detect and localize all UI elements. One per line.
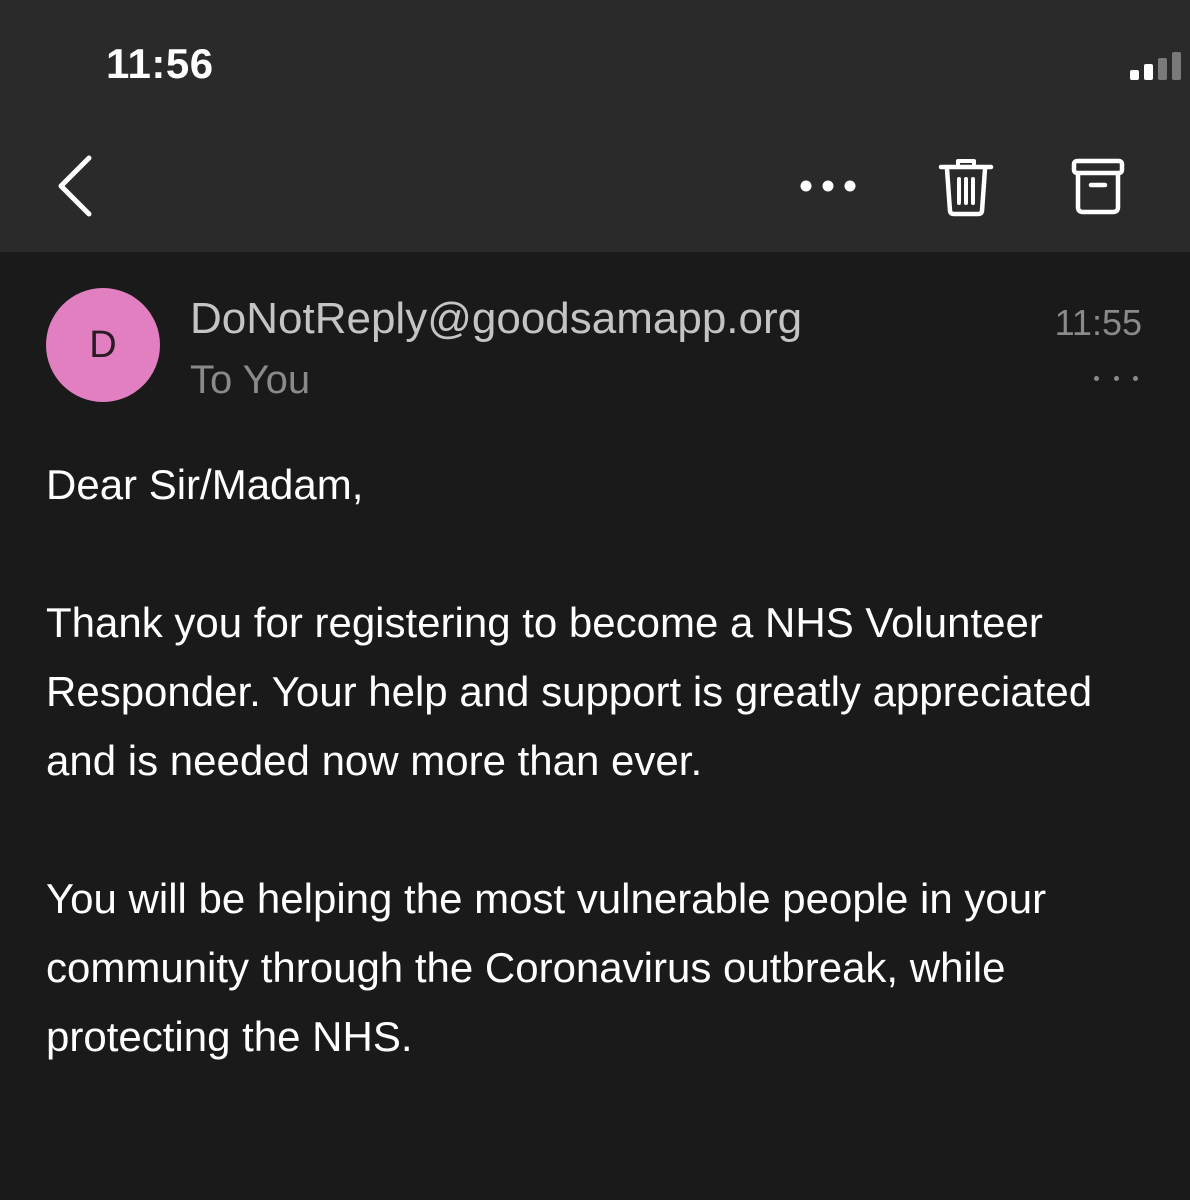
message-header: D DoNotReply@goodsamapp.org To You 11:55 — [0, 252, 1190, 432]
chevron-left-icon — [58, 155, 92, 217]
status-time: 11:56 — [106, 40, 214, 87]
body-paragraph: Thank you for registering to become a NH… — [46, 599, 1093, 784]
message-time: 11:55 — [1054, 302, 1142, 343]
delete-button[interactable] — [930, 152, 1002, 222]
trash-icon — [938, 159, 994, 217]
archive-icon — [1071, 158, 1125, 215]
email-screen: 11:56 D DoNotReply@goodsamapp.org To You… — [0, 0, 1190, 1200]
message-more-button[interactable] — [1094, 366, 1138, 390]
recipient-label[interactable]: To You — [190, 358, 310, 403]
more-options-button[interactable] — [790, 160, 866, 212]
top-bar: 11:56 — [0, 0, 1190, 252]
more-dot — [1094, 375, 1099, 381]
back-button[interactable] — [40, 148, 110, 224]
archive-button[interactable] — [1062, 152, 1134, 222]
more-dot — [1133, 375, 1138, 381]
body-paragraph: Dear Sir/Madam, — [46, 461, 364, 508]
message-body: Dear Sir/Madam, Thank you for registerin… — [46, 450, 1146, 1140]
body-paragraph: You will be helping the most vulnerable … — [46, 875, 1047, 1060]
more-dot — [1113, 375, 1119, 381]
navigation-bar — [0, 130, 1190, 240]
avatar: D — [46, 288, 160, 402]
sender-address[interactable]: DoNotReply@goodsamapp.org — [190, 294, 802, 344]
cellular-signal-icon — [1130, 48, 1186, 84]
more-horizontal-icon — [800, 180, 856, 192]
